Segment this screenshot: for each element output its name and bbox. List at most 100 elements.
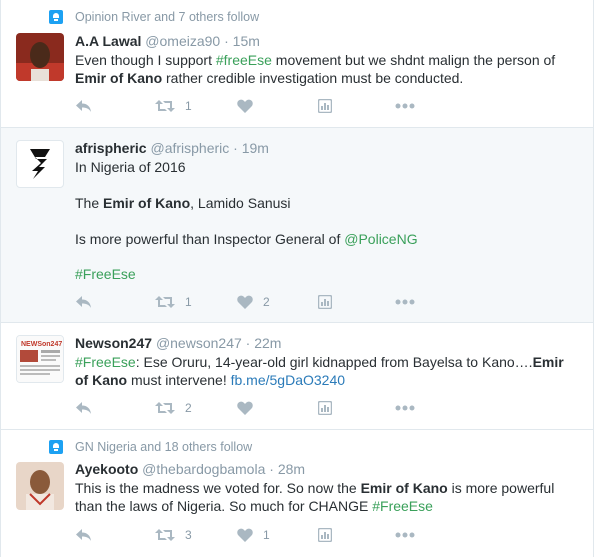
tweet-header: afrispheric @afrispheric · 19m bbox=[75, 140, 269, 156]
retweet-button[interactable]: 1 bbox=[155, 294, 192, 310]
retweet-button[interactable]: 1 bbox=[155, 98, 192, 114]
hashtag-link[interactable]: #FreeEse bbox=[372, 498, 433, 514]
retweet-count: 3 bbox=[185, 528, 192, 542]
hashtag-link[interactable]: #FreeEse bbox=[75, 354, 136, 370]
heart-icon bbox=[237, 99, 253, 113]
tweet-text-line: Is more powerful than Inspector General … bbox=[75, 230, 579, 248]
analytics-button[interactable] bbox=[318, 527, 332, 543]
analytics-button[interactable] bbox=[318, 98, 332, 114]
text-segment: is more powerful bbox=[447, 480, 555, 496]
text-segment: , Lamido Sanusi bbox=[190, 195, 291, 211]
like-button[interactable] bbox=[237, 98, 263, 114]
display-name[interactable]: afrispheric bbox=[75, 140, 147, 156]
text-segment: This is the madness we voted for. So now… bbox=[75, 480, 361, 496]
retweet-count: 1 bbox=[185, 295, 192, 309]
separator: · bbox=[269, 461, 274, 477]
like-button[interactable]: 1 bbox=[237, 527, 270, 543]
reply-button[interactable] bbox=[75, 98, 92, 114]
reply-icon bbox=[76, 402, 91, 414]
tweet-text-line: This is the madness we voted for. So now… bbox=[75, 479, 579, 497]
mention-link[interactable]: @PoliceNG bbox=[344, 231, 417, 247]
reply-icon bbox=[76, 296, 91, 308]
more-icon bbox=[395, 405, 415, 411]
display-name[interactable]: Ayekooto bbox=[75, 461, 138, 477]
like-button[interactable]: 2 bbox=[237, 294, 270, 310]
retweet-count: 1 bbox=[185, 99, 192, 113]
username[interactable]: @newson247 bbox=[156, 335, 242, 351]
text-segment: must intervene! bbox=[127, 372, 231, 388]
username[interactable]: @thebardogbamola bbox=[142, 461, 265, 477]
tweet-actions: 1 bbox=[75, 98, 435, 114]
url-link[interactable]: fb.me/5gDaO3240 bbox=[231, 372, 345, 388]
analytics-icon bbox=[318, 528, 332, 542]
text-segment: Is more powerful than Inspector General … bbox=[75, 231, 345, 247]
text-segment: movement but we shdnt malign the person … bbox=[271, 52, 556, 68]
more-button[interactable] bbox=[395, 400, 415, 416]
tweet[interactable]: GN Nigeria and 18 others follow Ayekooto… bbox=[1, 430, 593, 557]
text-segment: : Ese Oruru, 14-year-old girl kidnapped … bbox=[135, 354, 533, 370]
tweet-text-line: #FreeEse bbox=[75, 265, 579, 283]
like-count: 2 bbox=[263, 295, 270, 309]
bold-text: Emir of Kano bbox=[360, 480, 448, 496]
reply-button[interactable] bbox=[75, 527, 92, 543]
separator: · bbox=[233, 140, 238, 156]
tweet-text-line: than the laws of Nigeria. So much for CH… bbox=[75, 497, 579, 515]
bold-text: of Kano bbox=[75, 372, 128, 388]
analytics-icon bbox=[318, 295, 332, 309]
avatar[interactable]: NEWSon247 bbox=[16, 335, 64, 383]
tweet-text-line: The Emir of Kano, Lamido Sanusi bbox=[75, 194, 579, 212]
hashtag-link[interactable]: #freeEse bbox=[216, 52, 272, 68]
follow-context-icon bbox=[49, 440, 63, 454]
text-segment: The bbox=[75, 195, 104, 211]
tweet[interactable]: NEWSon247 Newson247 @newson247 · 22m #Fr… bbox=[1, 323, 593, 430]
heart-icon bbox=[237, 401, 253, 415]
social-context-text: Opinion River and 7 others follow bbox=[75, 10, 260, 24]
retweet-count: 2 bbox=[185, 401, 192, 415]
more-icon bbox=[395, 299, 415, 305]
more-button[interactable] bbox=[395, 294, 415, 310]
like-button[interactable] bbox=[237, 400, 263, 416]
timestamp[interactable]: 22m bbox=[254, 335, 281, 351]
like-count: 1 bbox=[263, 528, 270, 542]
timestamp[interactable]: 15m bbox=[233, 33, 260, 49]
tweet-text: Even though I support #freeEse movement … bbox=[75, 51, 579, 87]
tweet[interactable]: Opinion River and 7 others follow A.A La… bbox=[1, 0, 593, 128]
separator: · bbox=[224, 33, 229, 49]
more-button[interactable] bbox=[395, 527, 415, 543]
follow-context-icon bbox=[49, 10, 63, 24]
username[interactable]: @afrispheric bbox=[150, 140, 229, 156]
analytics-button[interactable] bbox=[318, 400, 332, 416]
timeline: Opinion River and 7 others follow A.A La… bbox=[0, 0, 594, 557]
retweet-button[interactable]: 2 bbox=[155, 400, 192, 416]
analytics-button[interactable] bbox=[318, 294, 332, 310]
text-segment: rather credible investigation must be co… bbox=[162, 70, 464, 86]
reply-button[interactable] bbox=[75, 400, 92, 416]
text-segment: Even though I support bbox=[75, 52, 216, 68]
display-name[interactable]: A.A Lawal bbox=[75, 33, 141, 49]
timestamp[interactable]: 19m bbox=[242, 140, 269, 156]
separator: · bbox=[245, 335, 251, 351]
bold-text: Emir of Kano bbox=[75, 70, 163, 86]
tweet-actions: 2 bbox=[75, 400, 435, 416]
text-segment: than the laws of Nigeria. So much for CH… bbox=[75, 498, 373, 514]
avatar[interactable] bbox=[16, 33, 64, 81]
tweet[interactable]: afrispheric @afrispheric · 19m In Nigeri… bbox=[1, 128, 593, 323]
more-icon bbox=[395, 532, 415, 538]
avatar[interactable] bbox=[16, 462, 64, 510]
retweet-icon bbox=[155, 529, 175, 541]
hashtag-link[interactable]: #FreeEse bbox=[75, 266, 136, 282]
more-button[interactable] bbox=[395, 98, 415, 114]
timestamp[interactable]: 28m bbox=[278, 461, 305, 477]
avatar[interactable] bbox=[16, 140, 64, 188]
retweet-icon bbox=[155, 402, 175, 414]
reply-icon bbox=[76, 529, 91, 541]
social-context: GN Nigeria and 18 others follow bbox=[49, 440, 252, 454]
tweet-header: Ayekooto @thebardogbamola · 28m bbox=[75, 461, 305, 477]
heart-icon bbox=[237, 528, 253, 542]
tweet-text-line: In Nigeria of 2016 bbox=[75, 159, 186, 175]
display-name[interactable]: Newson247 bbox=[75, 335, 152, 351]
tweet-header: Newson247 @newson247 · 22m bbox=[75, 335, 281, 351]
retweet-button[interactable]: 3 bbox=[155, 527, 192, 543]
reply-button[interactable] bbox=[75, 294, 92, 310]
username[interactable]: @omeiza90 bbox=[145, 33, 220, 49]
